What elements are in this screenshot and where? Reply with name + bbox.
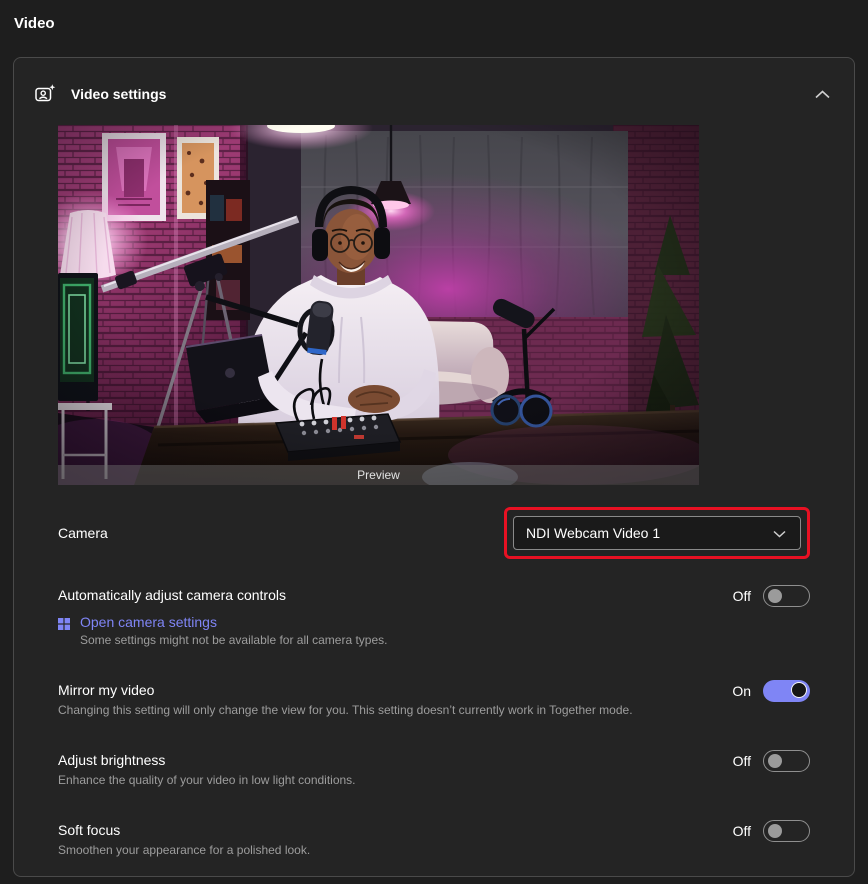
section-title: Video settings xyxy=(71,86,807,102)
camera-dropdown-value: NDI Webcam Video 1 xyxy=(526,525,660,541)
setting-title: Automatically adjust camera controls xyxy=(58,587,388,604)
toggle-knob xyxy=(768,754,782,768)
settings-list: Automatically adjust camera controls Ope… xyxy=(58,587,810,858)
setting-description: Enhance the quality of your video in low… xyxy=(58,773,356,788)
camera-row: Camera NDI Webcam Video 1 xyxy=(58,509,810,557)
open-camera-settings-link[interactable]: Open camera settings xyxy=(80,614,217,631)
toggle-state-label: Off xyxy=(733,588,751,604)
chevron-up-icon xyxy=(815,87,830,102)
camera-preview: Preview xyxy=(58,125,699,485)
windows-icon xyxy=(58,617,70,629)
toggle-state-label: Off xyxy=(733,823,751,839)
setting-title: Adjust brightness xyxy=(58,752,356,769)
toggle-knob xyxy=(768,589,782,603)
toggle-knob xyxy=(791,682,807,698)
page-title: Video xyxy=(0,0,868,32)
auto-adjust-camera-toggle[interactable] xyxy=(763,585,810,607)
camera-dropdown[interactable]: NDI Webcam Video 1 xyxy=(513,516,801,550)
adjust-brightness-toggle[interactable] xyxy=(763,750,810,772)
toggle-state-label: Off xyxy=(733,753,751,769)
preview-label-bar: Preview xyxy=(58,465,699,485)
setting-description: Smoothen your appearance for a polished … xyxy=(58,843,310,858)
toggle-knob xyxy=(768,824,782,838)
setting-row-mirror-video: Mirror my video Changing this setting wi… xyxy=(58,682,810,718)
setting-row-auto-adjust: Automatically adjust camera controls Ope… xyxy=(58,587,810,648)
preview-label: Preview xyxy=(357,468,400,482)
setting-title: Soft focus xyxy=(58,822,310,839)
toggle-state-label: On xyxy=(732,683,751,699)
video-preview-image xyxy=(58,125,699,485)
chevron-down-icon xyxy=(773,525,786,541)
soft-focus-toggle[interactable] xyxy=(763,820,810,842)
camera-label: Camera xyxy=(58,525,108,541)
camera-dropdown-highlight: NDI Webcam Video 1 xyxy=(504,507,810,559)
video-settings-card: Video settings xyxy=(13,57,855,877)
mirror-my-video-toggle[interactable] xyxy=(763,680,810,702)
setting-row-adjust-brightness: Adjust brightness Enhance the quality of… xyxy=(58,752,810,788)
setting-row-soft-focus: Soft focus Smoothen your appearance for … xyxy=(58,822,810,858)
setting-title: Mirror my video xyxy=(58,682,633,699)
collapse-section-button[interactable] xyxy=(807,83,838,106)
video-settings-header: Video settings xyxy=(14,58,854,104)
setting-description: Some settings might not be available for… xyxy=(80,633,388,648)
setting-description: Changing this setting will only change t… xyxy=(58,703,633,718)
video-settings-icon xyxy=(34,83,56,105)
